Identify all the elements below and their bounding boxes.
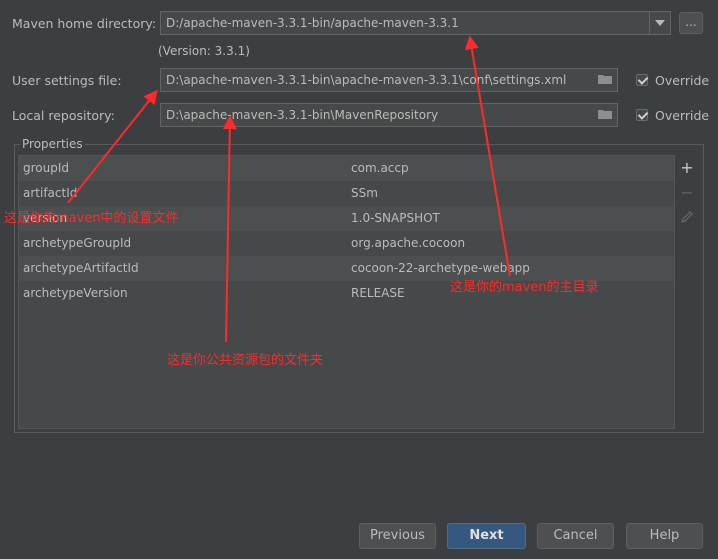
folder-icon[interactable] [598, 109, 612, 119]
user-settings-label: User settings file: [12, 73, 122, 88]
local-repo-value: D:\apache-maven-3.3.1-bin\MavenRepositor… [166, 108, 439, 122]
override-settings-checkbox[interactable] [636, 74, 648, 86]
local-repo-field[interactable]: D:\apache-maven-3.3.1-bin\MavenRepositor… [160, 103, 618, 127]
maven-home-combo[interactable]: D:/apache-maven-3.3.1-bin/apache-maven-3… [160, 11, 671, 35]
user-settings-value: D:\apache-maven-3.3.1-bin\apache-maven-3… [166, 73, 567, 87]
next-button[interactable]: Next [447, 523, 526, 549]
edit-property-button[interactable] [679, 210, 695, 226]
property-value: 1.0-SNAPSHOT [351, 211, 440, 225]
property-key: archetypeArtifactId [23, 261, 139, 275]
plus-icon: + [680, 158, 694, 177]
property-value: com.accp [351, 161, 409, 175]
override-repo-checkbox[interactable] [636, 109, 648, 121]
minus-icon: − [680, 183, 694, 202]
properties-title: Properties [20, 137, 85, 151]
property-key: groupId [23, 161, 70, 175]
maven-home-value: D:/apache-maven-3.3.1-bin/apache-maven-3… [166, 16, 459, 30]
maven-home-label: Maven home directory: [12, 16, 157, 31]
user-settings-field[interactable]: D:\apache-maven-3.3.1-bin\apache-maven-3… [160, 68, 618, 92]
add-property-button[interactable]: + [679, 160, 695, 176]
help-button[interactable]: Help [626, 523, 703, 549]
annotation-repo: 这是你公共资源包的文件夹 [167, 353, 324, 368]
pencil-icon [680, 210, 694, 224]
property-key: archetypeGroupId [23, 236, 132, 250]
folder-icon[interactable] [598, 74, 612, 84]
property-key: archetypeVersion [23, 286, 128, 300]
table-row[interactable]: archetypeGroupId org.apache.cocoon [19, 231, 674, 256]
version-text: (Version: 3.3.1) [158, 44, 250, 58]
chevron-down-icon[interactable] [649, 12, 670, 34]
property-value: org.apache.cocoon [351, 236, 466, 250]
local-repo-label: Local repository: [12, 108, 115, 123]
table-row[interactable]: groupId com.accp [19, 156, 674, 181]
annotation-settings: 这是你的maven中的设置文件 [4, 211, 179, 226]
property-key: artifactId [23, 186, 78, 200]
remove-property-button[interactable]: − [679, 185, 695, 201]
property-value: RELEASE [351, 286, 405, 300]
override-repo-label: Override [655, 108, 710, 123]
table-row[interactable]: artifactId SSm [19, 181, 674, 206]
browse-button[interactable]: ... [679, 12, 703, 34]
cancel-button[interactable]: Cancel [537, 523, 614, 549]
previous-button[interactable]: Previous [359, 523, 436, 549]
annotation-home: 这是你的maven的主目录 [450, 280, 599, 295]
override-settings-label: Override [655, 73, 710, 88]
property-value: SSm [351, 186, 378, 200]
